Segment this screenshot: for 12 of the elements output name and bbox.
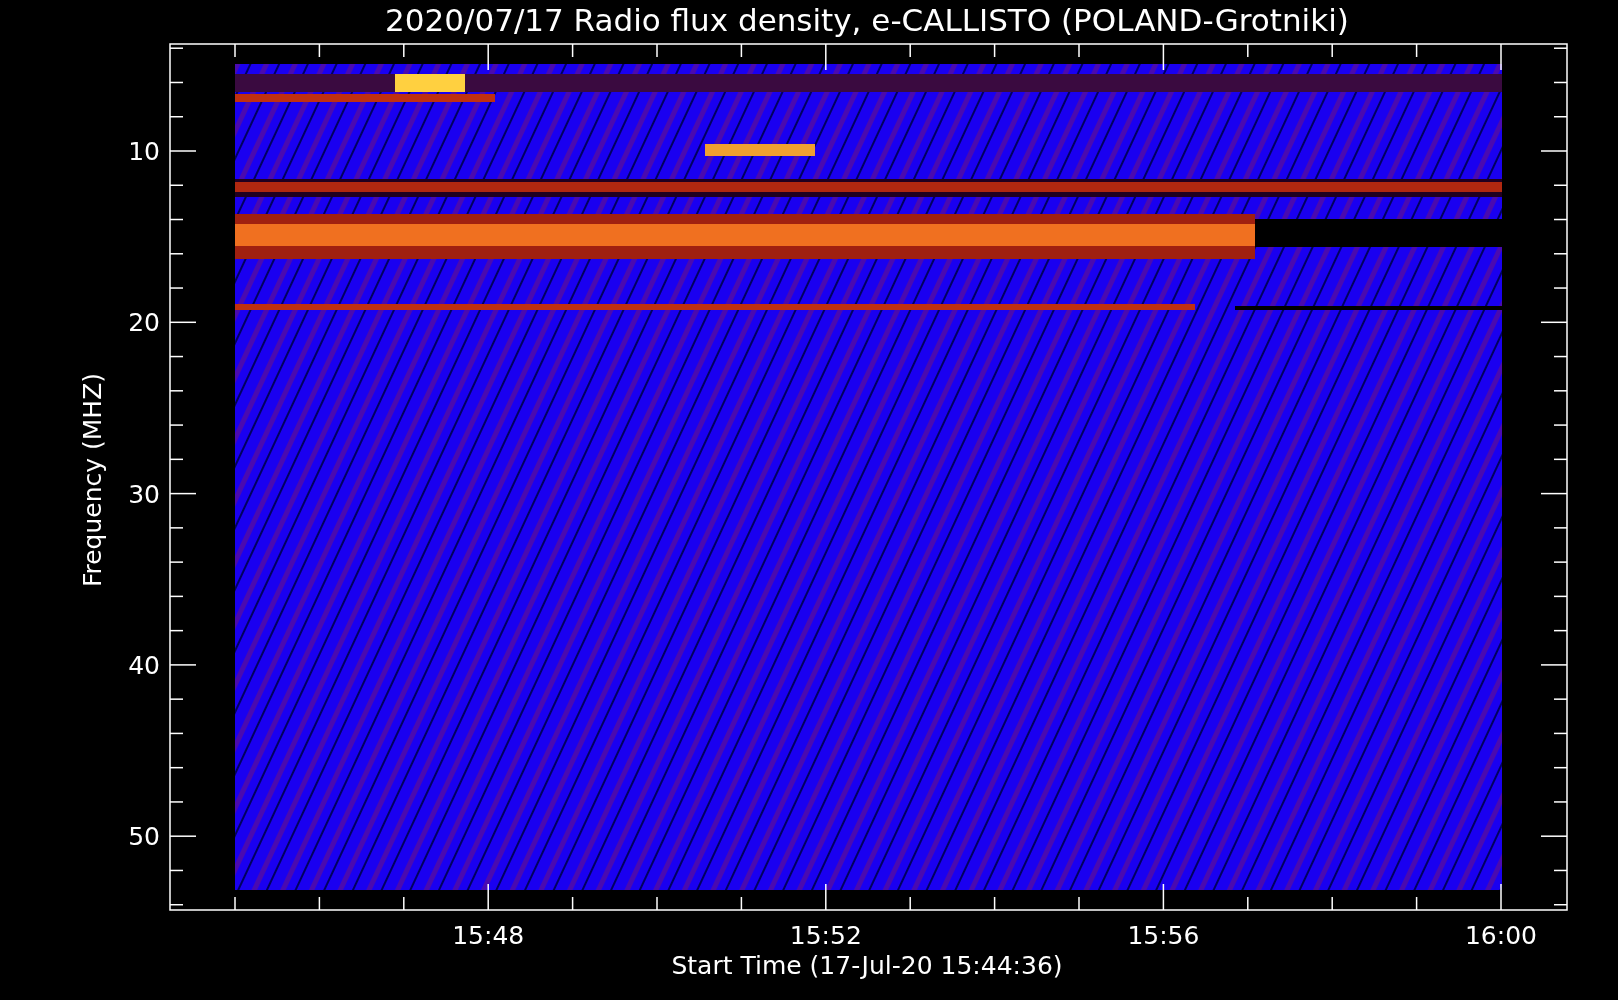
y-tick-label: 20 — [128, 308, 160, 338]
x-tick-label: 15:52 — [789, 921, 862, 950]
x-tick-label: 15:56 — [1127, 921, 1200, 950]
chart-title: 2020/07/17 Radio flux density, e-CALLISTO (POLAND-Grotniki) — [385, 2, 1349, 38]
y-tick-label: 30 — [128, 479, 160, 509]
x-tick-label: 16:00 — [1465, 921, 1537, 950]
x-axis-label: Start Time (17-Jul-20 15:44:36) — [671, 951, 1063, 980]
y-tick-label: 50 — [128, 822, 160, 852]
y-tick-label: 10 — [128, 137, 160, 166]
y-axis-label: Frequency (MHZ) — [78, 372, 107, 588]
x-tick-label: 15:48 — [452, 921, 525, 950]
y-tick-label: 40 — [128, 650, 160, 680]
